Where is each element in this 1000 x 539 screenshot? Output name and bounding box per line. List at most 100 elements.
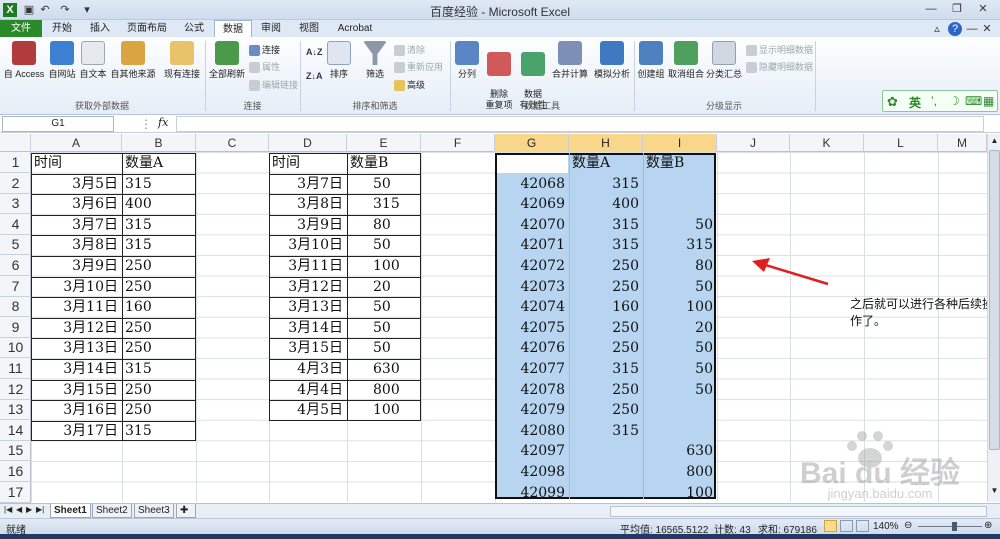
cell-header[interactable]: 数量A <box>569 153 643 173</box>
table-cell-value[interactable]: 315 <box>569 421 643 441</box>
help-icon[interactable]: ? <box>948 22 962 36</box>
table-cell-date[interactable]: 3月9日 <box>269 215 347 235</box>
table-cell-key[interactable]: 42078 <box>495 380 569 400</box>
table-cell-value[interactable]: 400 <box>122 194 196 214</box>
tab-home[interactable]: 开始 <box>44 20 80 37</box>
table-cell-value[interactable] <box>569 441 643 461</box>
table-cell-value[interactable]: 50 <box>643 380 717 400</box>
insert-function-icon[interactable]: fx <box>158 116 168 129</box>
existing-connections-button[interactable]: 现有连接 <box>162 41 202 80</box>
minimize-icon[interactable]: — <box>918 1 944 17</box>
from-web-button[interactable]: 自网站 <box>46 41 78 80</box>
row-header-12[interactable]: 12 <box>0 379 31 400</box>
tab-page-layout[interactable]: 页面布局 <box>120 20 174 37</box>
table-cell-value[interactable]: 250 <box>569 256 643 276</box>
table-cell-date[interactable]: 3月17日 <box>31 421 122 441</box>
table-cell-date[interactable]: 3月16日 <box>31 400 122 420</box>
table-cell-value[interactable]: 80 <box>347 215 421 235</box>
table-cell-value[interactable]: 50 <box>347 318 421 338</box>
row-header-17[interactable]: 17 <box>0 482 31 503</box>
scroll-thumb[interactable] <box>989 150 1000 450</box>
table-cell-value[interactable]: 315 <box>122 215 196 235</box>
close-icon[interactable]: ✕ <box>970 1 996 17</box>
table-cell-value[interactable]: 250 <box>122 318 196 338</box>
table-cell-value[interactable]: 315 <box>569 359 643 379</box>
edit-links-button[interactable]: 编辑链接 <box>249 78 298 92</box>
table-cell-value[interactable]: 250 <box>569 338 643 358</box>
show-detail-button[interactable]: 显示明细数据 <box>746 43 813 57</box>
table-cell-date[interactable]: 3月11日 <box>269 256 347 276</box>
tab-data[interactable]: 数据 <box>214 20 252 37</box>
table-cell-value[interactable]: 250 <box>569 400 643 420</box>
row-header-4[interactable]: 4 <box>0 214 31 235</box>
doc-minimize-icon[interactable]: — <box>965 22 979 36</box>
row-header-15[interactable]: 15 <box>0 440 31 462</box>
tab-formulas[interactable]: 公式 <box>176 20 212 37</box>
table-cell-date[interactable]: 3月6日 <box>31 194 122 214</box>
table-cell-value[interactable]: 315 <box>643 235 717 255</box>
refresh-all-button[interactable]: 全部刷新 <box>207 41 247 80</box>
table-cell-value[interactable]: 315 <box>569 235 643 255</box>
table-cell-date[interactable]: 3月14日 <box>269 318 347 338</box>
table-cell-value[interactable]: 250 <box>122 380 196 400</box>
from-text-button[interactable]: 自文本 <box>78 41 108 80</box>
table-cell-date[interactable]: 3月12日 <box>269 277 347 297</box>
page-break-view-icon[interactable] <box>856 520 869 532</box>
cell-header[interactable] <box>495 153 569 173</box>
row-header-6[interactable]: 6 <box>0 255 31 276</box>
table-cell-date[interactable]: 3月10日 <box>31 277 122 297</box>
table-cell-date[interactable]: 3月12日 <box>31 318 122 338</box>
normal-view-icon[interactable] <box>824 520 837 532</box>
table-cell-key[interactable]: 42079 <box>495 400 569 420</box>
ime-toolbar[interactable]: ✿ 英 ’, ☽ ⌨ ▦ <box>882 90 998 112</box>
last-sheet-icon[interactable]: ▶| <box>36 505 44 514</box>
subtotal-button[interactable]: 分类汇总 <box>704 41 744 80</box>
sheet-tab-sheet1[interactable]: Sheet1 <box>50 504 91 518</box>
table-cell-key[interactable]: 42076 <box>495 338 569 358</box>
tab-file[interactable]: 文件 <box>0 20 42 37</box>
table-cell-key[interactable]: 42069 <box>495 194 569 214</box>
table-cell-date[interactable]: 3月9日 <box>31 256 122 276</box>
row-header-8[interactable]: 8 <box>0 296 31 318</box>
table-cell-date[interactable]: 3月15日 <box>269 338 347 358</box>
table-cell-value[interactable]: 160 <box>569 297 643 317</box>
hide-detail-button[interactable]: 隐藏明细数据 <box>746 60 813 74</box>
sort-button[interactable]: 排序 <box>326 41 352 80</box>
tab-review[interactable]: 审阅 <box>254 20 288 37</box>
table-cell-date[interactable]: 3月10日 <box>269 235 347 255</box>
table-cell-value[interactable] <box>643 421 717 441</box>
table-cell-date[interactable]: 3月8日 <box>31 235 122 255</box>
consolidate-button[interactable]: 合并计算 <box>550 41 590 80</box>
table-cell-value[interactable]: 800 <box>347 380 421 400</box>
what-if-analysis-button[interactable]: 模拟分析 <box>590 41 634 80</box>
table-cell-value[interactable]: 50 <box>347 174 421 194</box>
table-cell-key[interactable]: 42097 <box>495 441 569 461</box>
table-cell-date[interactable]: 3月11日 <box>31 297 122 317</box>
tab-insert[interactable]: 插入 <box>82 20 118 37</box>
table-cell-date[interactable]: 3月5日 <box>31 174 122 194</box>
table-cell-value[interactable]: 100 <box>643 297 717 317</box>
table-cell-key[interactable]: 42075 <box>495 318 569 338</box>
zoom-slider-thumb[interactable] <box>952 522 957 531</box>
sheet-tab-sheet3[interactable]: Sheet3 <box>134 504 174 518</box>
table-cell-value[interactable]: 315 <box>122 174 196 194</box>
sheet-tab-sheet2[interactable]: Sheet2 <box>92 504 132 518</box>
table-cell-date[interactable]: 4月3日 <box>269 359 347 379</box>
table-cell-value[interactable]: 50 <box>643 338 717 358</box>
col-header-g[interactable]: G <box>495 134 569 152</box>
table-cell-value[interactable]: 800 <box>643 462 717 482</box>
col-header-e[interactable]: E <box>347 134 421 152</box>
table-cell-value[interactable] <box>643 174 717 194</box>
table-cell-key[interactable]: 42068 <box>495 174 569 194</box>
table-cell-value[interactable]: 160 <box>122 297 196 317</box>
table-cell-key[interactable]: 42098 <box>495 462 569 482</box>
table-cell-value[interactable]: 250 <box>569 318 643 338</box>
table-cell-date[interactable]: 3月13日 <box>269 297 347 317</box>
col-header-l[interactable]: L <box>864 134 938 152</box>
text-to-columns-button[interactable]: 分列 <box>452 41 482 80</box>
table-cell-value[interactable] <box>643 194 717 214</box>
filter-button[interactable]: 筛选 <box>360 41 390 80</box>
scroll-up-icon[interactable]: ▲ <box>989 136 1000 147</box>
row-header-1[interactable]: 1 <box>0 152 31 173</box>
table-cell-value[interactable]: 315 <box>122 359 196 379</box>
